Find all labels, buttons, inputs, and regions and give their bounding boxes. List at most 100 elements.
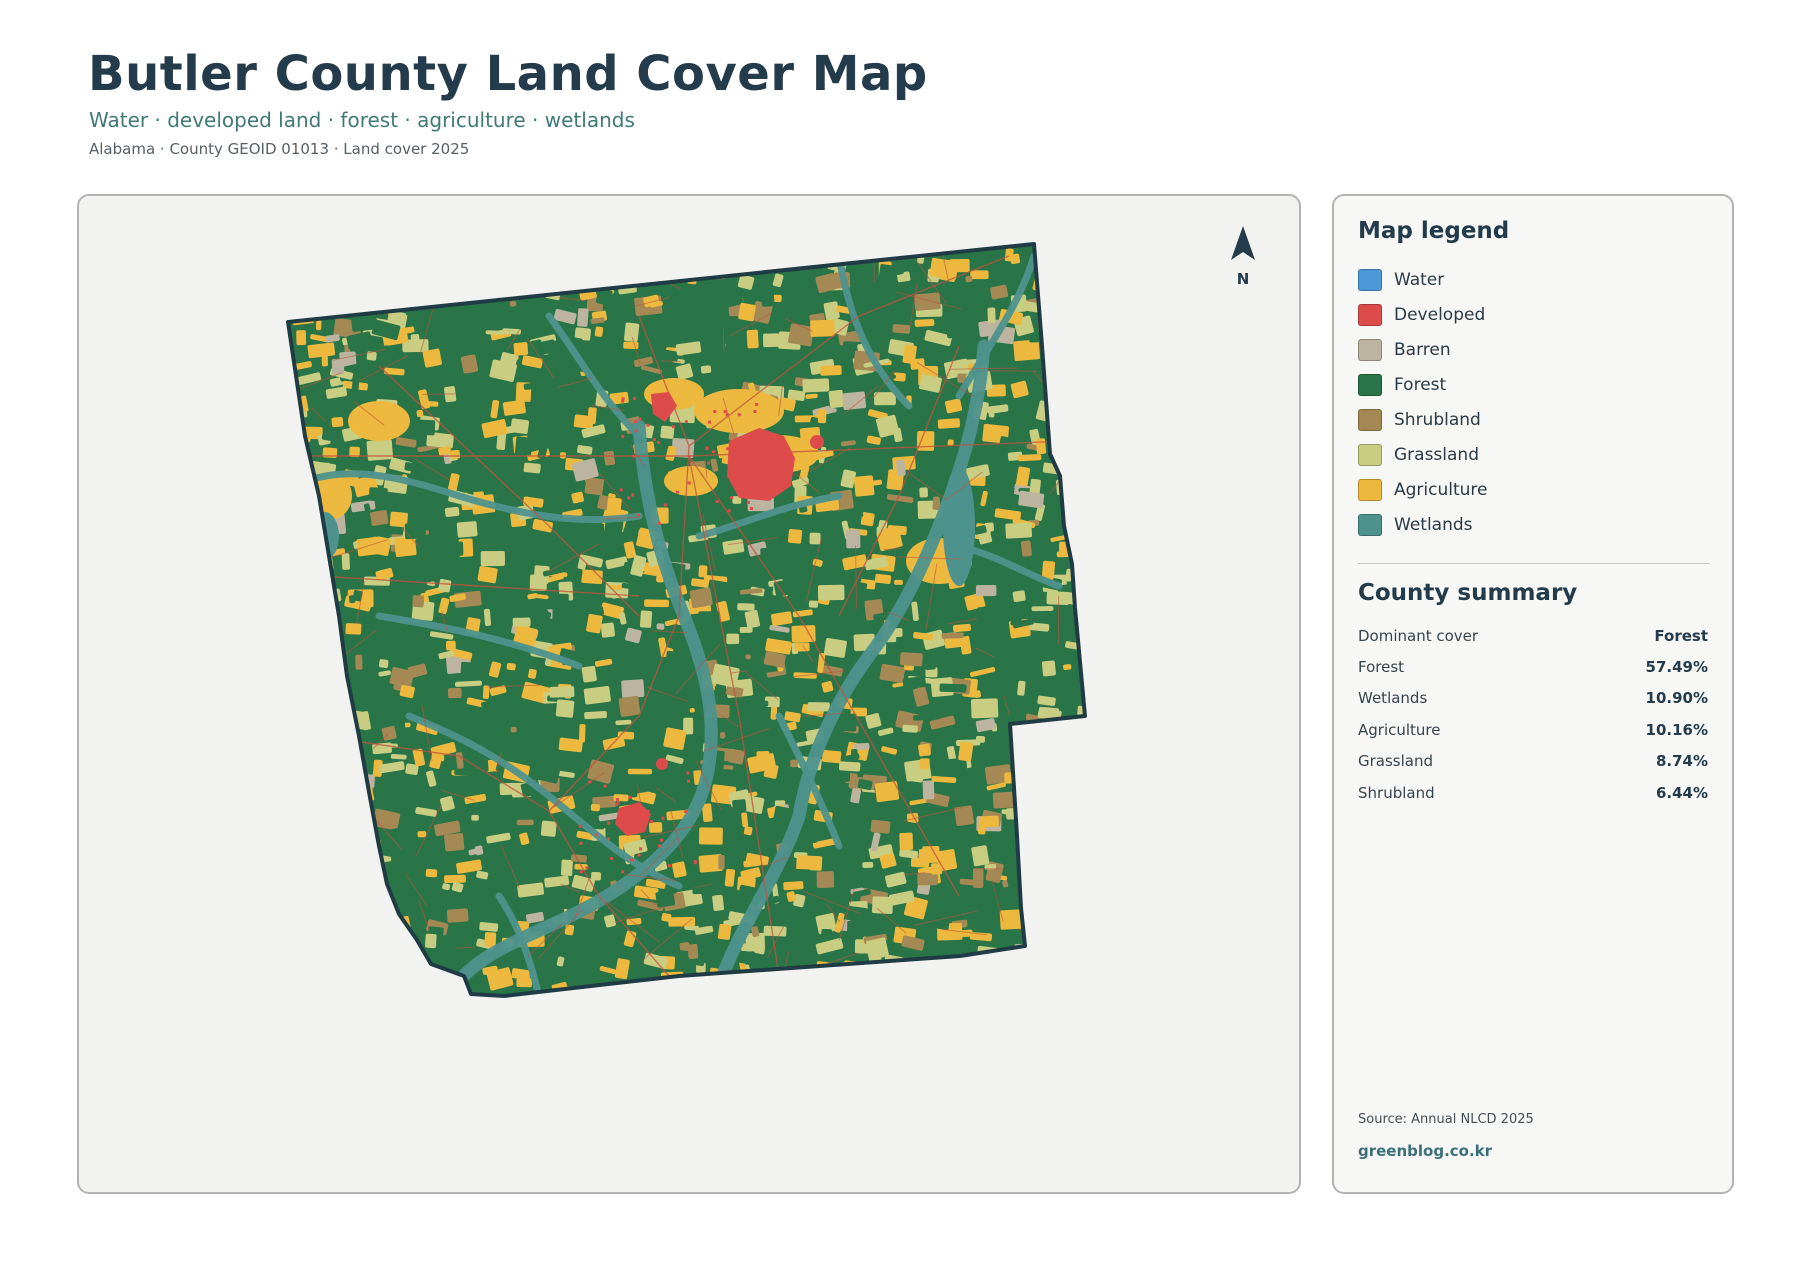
developed-parcel xyxy=(634,429,638,433)
grassland-patch xyxy=(814,971,839,989)
forest-patch xyxy=(297,822,314,836)
agriculture-patch xyxy=(379,983,404,996)
forest-patch xyxy=(1087,620,1096,629)
agriculture-patch xyxy=(949,258,970,273)
shrubland-patch xyxy=(353,800,368,811)
grassland-patch xyxy=(600,622,615,638)
agriculture-field xyxy=(664,466,718,496)
barren-patch xyxy=(293,865,300,879)
legend-label: Agriculture xyxy=(1394,479,1488,500)
agriculture-patch xyxy=(586,613,603,634)
agriculture-patch xyxy=(579,264,596,281)
legend-title: Map legend xyxy=(1358,218,1510,244)
local-road xyxy=(1063,380,1084,399)
grassland-patch xyxy=(1041,660,1056,677)
forest-patch xyxy=(745,700,769,707)
grassland-patch xyxy=(971,845,990,867)
agriculture-swatch xyxy=(1358,478,1382,501)
developed-parcel xyxy=(711,450,715,454)
grassland-patch xyxy=(313,628,335,643)
forest-patch xyxy=(924,652,936,671)
grassland-patch xyxy=(314,745,334,754)
forest-patch xyxy=(1089,555,1097,566)
developed-parcel xyxy=(735,465,739,469)
forest-patch xyxy=(354,963,369,984)
land-cover-map[interactable] xyxy=(79,196,1301,1194)
forest-patch xyxy=(1078,272,1085,294)
agriculture-patch xyxy=(627,259,647,270)
legend-label: Developed xyxy=(1394,304,1486,325)
forest-patch xyxy=(1055,742,1079,758)
forest-patch xyxy=(460,661,487,675)
developed-parcel xyxy=(621,870,625,874)
forest-patch xyxy=(1053,934,1070,947)
developed-parcel xyxy=(730,496,734,500)
grassland-patch xyxy=(416,259,443,270)
developed-parcel xyxy=(657,521,661,525)
forest-patch xyxy=(698,611,720,628)
developed-parcel xyxy=(769,452,773,456)
shrubland-patch xyxy=(393,958,402,974)
shrubland-patch xyxy=(322,834,340,842)
grassland-patch xyxy=(410,989,425,996)
grassland-patch xyxy=(1046,809,1059,822)
grassland-patch xyxy=(828,389,844,409)
grassland-patch xyxy=(1086,504,1100,516)
agriculture-patch xyxy=(979,1003,986,1017)
forest-patch xyxy=(492,341,508,350)
developed-parcel xyxy=(633,397,637,401)
agriculture-patch xyxy=(624,1005,631,1014)
grassland-patch xyxy=(425,933,437,949)
site-link[interactable]: greenblog.co.kr xyxy=(1358,1142,1492,1160)
agriculture-patch xyxy=(456,261,478,269)
forest-patch xyxy=(288,832,309,846)
forest-patch xyxy=(727,843,745,861)
agriculture-patch xyxy=(331,266,351,273)
shrubland-patch xyxy=(821,1002,846,1018)
agriculture-patch xyxy=(573,414,594,429)
grassland-patch xyxy=(1082,685,1085,698)
town-greenville xyxy=(727,428,795,501)
agriculture-patch xyxy=(724,868,736,887)
agriculture-patch xyxy=(444,874,466,884)
shrubland-patch xyxy=(412,595,425,608)
grassland-patch xyxy=(1057,836,1064,854)
agriculture-patch xyxy=(771,1001,789,1021)
grassland-patch xyxy=(376,988,383,995)
local-road xyxy=(1001,950,1013,975)
agriculture-patch xyxy=(899,832,914,851)
local-road xyxy=(399,950,411,996)
developed-parcel xyxy=(705,447,709,451)
forest-patch xyxy=(878,264,894,282)
agriculture-patch xyxy=(914,318,935,327)
agriculture-patch xyxy=(1078,407,1085,420)
grassland-patch xyxy=(1046,591,1070,606)
developed-parcel xyxy=(726,447,730,451)
grassland-patch xyxy=(410,334,420,346)
agriculture-patch xyxy=(422,348,442,368)
legend-label: Grassland xyxy=(1394,444,1479,465)
shrubland-patch xyxy=(1057,403,1070,419)
shrubland-patch xyxy=(297,725,319,741)
forest-patch xyxy=(1054,442,1079,461)
agriculture-patch xyxy=(668,916,696,927)
agriculture-patch xyxy=(321,349,329,367)
summary-row-agriculture: Agriculture 10.16% xyxy=(1358,714,1708,745)
agriculture-patch xyxy=(916,430,935,451)
forest-patch xyxy=(669,786,691,797)
grassland-patch xyxy=(1078,281,1085,294)
local-road xyxy=(422,393,456,395)
legend-label: Barren xyxy=(1394,339,1451,360)
shrubland-patch xyxy=(723,1002,739,1009)
agriculture-patch xyxy=(1020,906,1044,914)
agriculture-patch xyxy=(422,998,447,1017)
agriculture-patch xyxy=(958,741,974,762)
grassland-patch xyxy=(341,553,350,570)
forest-patch xyxy=(290,889,302,897)
grassland-patch xyxy=(359,845,371,858)
agriculture-patch xyxy=(436,984,444,994)
agriculture-patch xyxy=(327,799,350,816)
map-panel[interactable]: N xyxy=(77,194,1301,1194)
developed-parcel xyxy=(632,454,636,458)
summary-label: Grassland xyxy=(1358,752,1433,771)
